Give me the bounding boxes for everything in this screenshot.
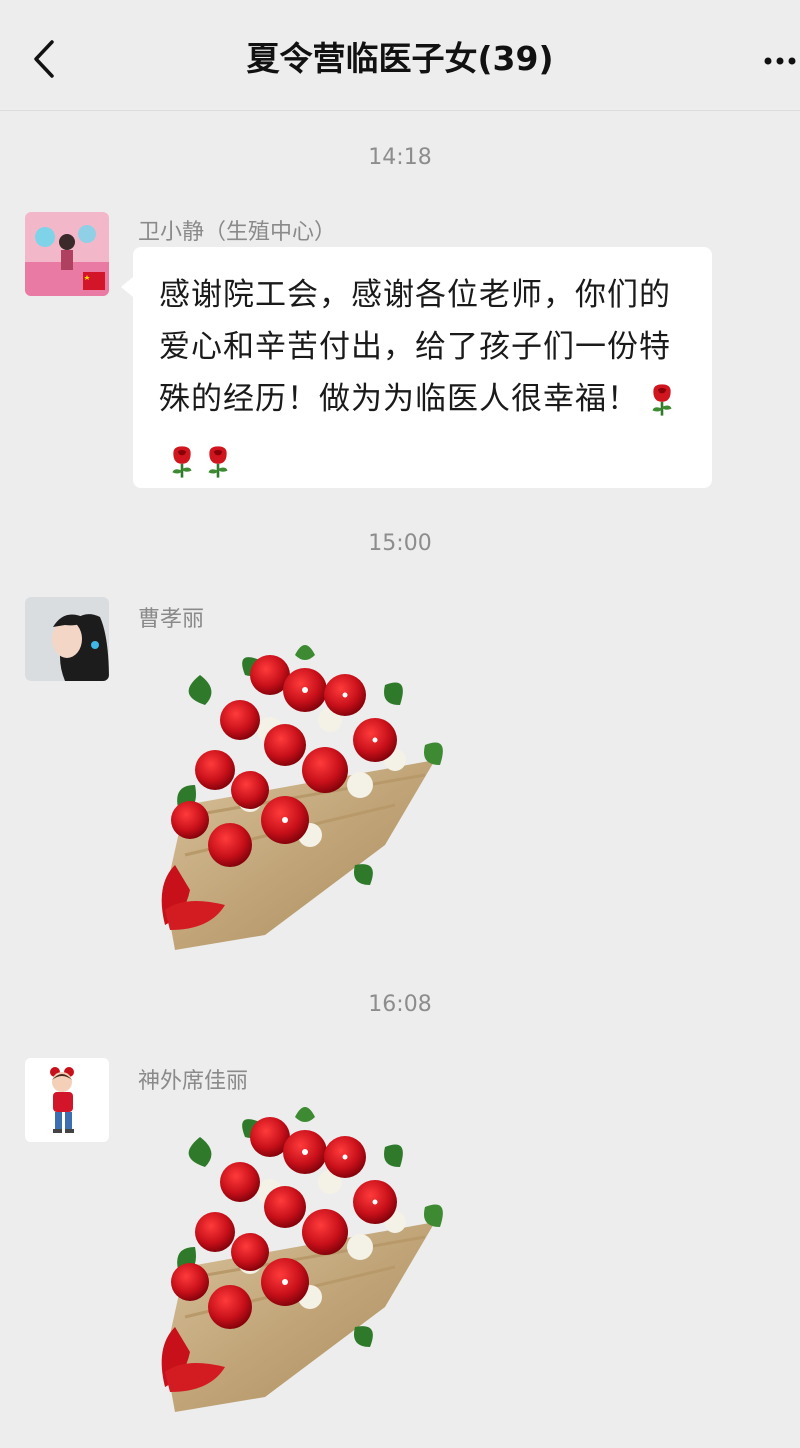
rose-bouquet-sticker[interactable] — [155, 635, 450, 955]
more-dots-icon — [764, 57, 796, 65]
rose-icon — [169, 443, 195, 497]
avatar-image — [25, 212, 109, 296]
chat-title: 夏令营临医子女(39) — [246, 39, 554, 78]
message-bubble[interactable]: 感谢院工会，感谢各位老师，你们的爱心和辛苦付出，给了孩子们一份特殊的经历！做为为… — [121, 247, 712, 488]
rose-icon — [205, 443, 231, 497]
timestamp: 15:00 — [368, 531, 432, 556]
timestamp: 14:18 — [368, 145, 432, 170]
rose-icon — [649, 381, 675, 435]
avatar[interactable] — [25, 212, 109, 296]
top-bar: 夏令营临医子女(39) — [0, 0, 800, 111]
avatar[interactable] — [25, 1058, 109, 1142]
timestamp: 16:08 — [368, 992, 432, 1017]
rose-bouquet-sticker[interactable] — [155, 1097, 450, 1417]
sender-name: 神外席佳丽 — [138, 1069, 249, 1094]
message-text-content: 感谢院工会，感谢各位老师，你们的爱心和辛苦付出，给了孩子们一份特殊的经历！做为为… — [159, 277, 671, 417]
more-button[interactable] — [760, 46, 800, 76]
avatar-image — [25, 597, 109, 681]
avatar[interactable] — [25, 597, 109, 681]
avatar-image — [25, 1058, 109, 1142]
sender-name: 曹孝丽 — [138, 607, 205, 632]
sender-name: 卫小静（生殖中心） — [138, 220, 337, 245]
message-text: 感谢院工会，感谢各位老师，你们的爱心和辛苦付出，给了孩子们一份特殊的经历！做为为… — [159, 269, 688, 497]
